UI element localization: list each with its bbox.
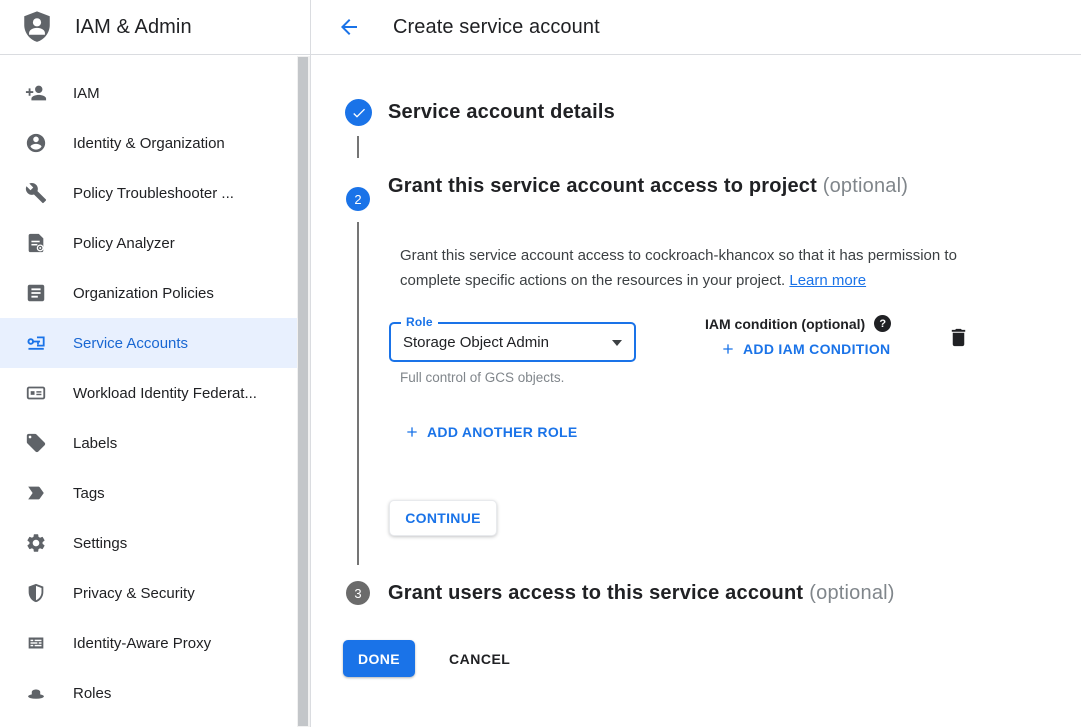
article-icon xyxy=(24,281,48,305)
sidebar-item-label: Privacy & Security xyxy=(73,585,195,602)
chevron-down-icon xyxy=(612,340,622,346)
done-button[interactable]: DONE xyxy=(343,640,415,677)
step1-title: Service account details xyxy=(388,101,615,124)
role-selected-value: Storage Object Admin xyxy=(403,334,549,351)
sidebar-item-label: Roles xyxy=(73,685,111,702)
person-add-icon xyxy=(24,81,48,105)
sidebar-item-label: Service Accounts xyxy=(73,335,188,352)
sidebar-header: IAM & Admin xyxy=(0,0,310,55)
sidebar-item-label: Identity-Aware Proxy xyxy=(73,635,211,652)
sidebar-item-policy-troubleshooter[interactable]: Policy Troubleshooter ... xyxy=(0,168,310,218)
sidebar-nav: IAM Identity & Organization Policy Troub… xyxy=(0,55,310,718)
plus-icon xyxy=(720,341,736,357)
tag-icon xyxy=(24,431,48,455)
badge-card-icon xyxy=(24,381,48,405)
page-title: Create service account xyxy=(393,16,600,39)
sidebar-item-labels[interactable]: Labels xyxy=(0,418,310,468)
sidebar-item-label: Tags xyxy=(73,485,105,502)
sidebar-item-label: Labels xyxy=(73,435,117,452)
step-connector xyxy=(357,222,359,565)
gear-icon xyxy=(24,531,48,555)
sidebar-scrollbar-thumb[interactable] xyxy=(298,57,308,726)
learn-more-link[interactable]: Learn more xyxy=(789,272,866,289)
trash-icon[interactable] xyxy=(947,326,971,350)
cancel-button[interactable]: CANCEL xyxy=(445,640,514,677)
step3-optional-label: (optional) xyxy=(809,582,894,604)
sidebar-item-label: Policy Troubleshooter ... xyxy=(73,185,234,202)
hat-icon xyxy=(24,681,48,705)
iam-shield-person-icon xyxy=(20,10,54,44)
add-another-role-button[interactable]: ADD ANOTHER ROLE xyxy=(404,424,578,440)
sidebar-item-label: Settings xyxy=(73,535,127,552)
sidebar-item-identity-organization[interactable]: Identity & Organization xyxy=(0,118,310,168)
sidebar-item-organization-policies[interactable]: Organization Policies xyxy=(0,268,310,318)
step1-check-circle xyxy=(345,99,372,126)
add-iam-condition-button[interactable]: ADD IAM CONDITION xyxy=(720,341,890,357)
continue-button[interactable]: CONTINUE xyxy=(389,500,497,536)
arrow-back-icon[interactable] xyxy=(337,15,361,39)
step-connector xyxy=(357,136,359,158)
sidebar-item-workload-identity-federation[interactable]: Workload Identity Federat... xyxy=(0,368,310,418)
sidebar-item-label: Workload Identity Federat... xyxy=(73,385,257,402)
sidebar-item-tags[interactable]: Tags xyxy=(0,468,310,518)
sidebar: IAM & Admin IAM Identity & Organization … xyxy=(0,0,311,727)
sidebar-scrollbar-track xyxy=(297,56,310,727)
step2-description: Grant this service account access to coc… xyxy=(400,243,992,293)
step3-number: 3 xyxy=(354,586,361,601)
sidebar-title: IAM & Admin xyxy=(75,16,192,39)
wrench-icon xyxy=(24,181,48,205)
sidebar-item-policy-analyzer[interactable]: Policy Analyzer xyxy=(0,218,310,268)
plus-icon xyxy=(404,424,420,440)
iam-condition-label-row: IAM condition (optional) ? xyxy=(705,315,891,332)
service-account-key-icon xyxy=(24,331,48,355)
role-select[interactable]: Role Storage Object Admin xyxy=(389,322,636,362)
document-gear-icon xyxy=(24,231,48,255)
step2-number: 2 xyxy=(354,192,361,207)
main-content: Create service account Service account d… xyxy=(311,0,1081,727)
sidebar-item-label: Policy Analyzer xyxy=(73,235,175,252)
proxy-gateway-icon xyxy=(24,631,48,655)
step2-title: Grant this service account access to pro… xyxy=(388,169,928,203)
step3-title: Grant users access to this service accou… xyxy=(388,582,895,605)
shield-half-icon xyxy=(24,581,48,605)
account-circle-icon xyxy=(24,131,48,155)
sidebar-item-label: Organization Policies xyxy=(73,285,214,302)
page-header: Create service account xyxy=(311,0,1081,55)
sidebar-item-settings[interactable]: Settings xyxy=(0,518,310,568)
step2-number-circle: 2 xyxy=(346,187,370,211)
sidebar-item-service-accounts[interactable]: Service Accounts xyxy=(0,318,310,368)
step2-optional-label: (optional) xyxy=(823,175,908,197)
sidebar-item-label: IAM xyxy=(73,85,100,102)
sidebar-item-label: Identity & Organization xyxy=(73,135,225,152)
step3-number-circle: 3 xyxy=(346,581,370,605)
sidebar-item-privacy-security[interactable]: Privacy & Security xyxy=(0,568,310,618)
label-important-icon xyxy=(24,481,48,505)
role-field-label: Role xyxy=(401,315,438,329)
role-helper-text: Full control of GCS objects. xyxy=(400,370,564,385)
sidebar-item-iam[interactable]: IAM xyxy=(0,68,310,118)
iam-condition-label: IAM condition (optional) xyxy=(705,316,865,332)
sidebar-item-identity-aware-proxy[interactable]: Identity-Aware Proxy xyxy=(0,618,310,668)
check-icon xyxy=(351,105,367,121)
help-icon[interactable]: ? xyxy=(874,315,891,332)
sidebar-item-roles[interactable]: Roles xyxy=(0,668,310,718)
